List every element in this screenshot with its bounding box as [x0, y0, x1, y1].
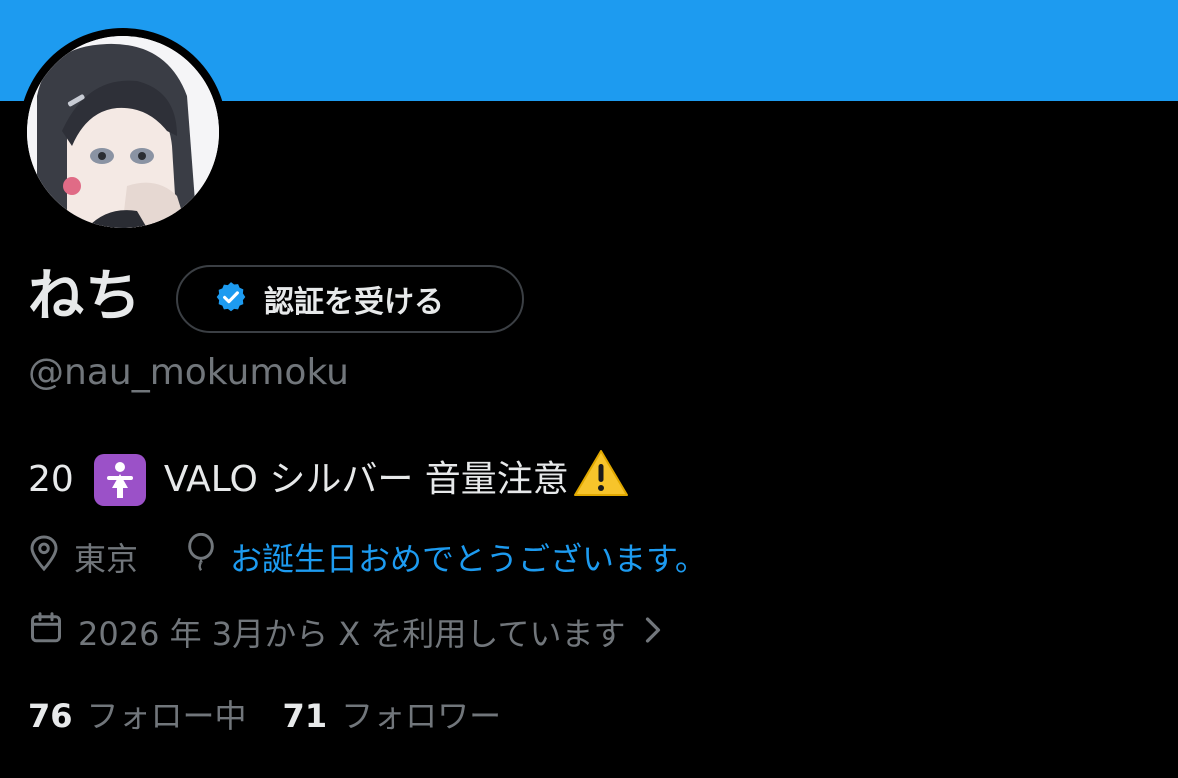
calendar-icon [28, 610, 64, 657]
avatar[interactable] [27, 36, 219, 228]
bio-age: 20 [28, 459, 74, 500]
get-verified-label: 認証を受ける [264, 285, 444, 320]
profile-bio: 20 VALO シルバー 音量注意 [28, 448, 629, 512]
profile-meta-joined[interactable]: 2026 年 3月から X を利用しています [28, 610, 663, 657]
location-pin-icon [28, 534, 60, 583]
followers-count: 71 [282, 697, 328, 735]
get-verified-button[interactable]: 認証を受ける [176, 265, 524, 333]
balloon-icon [186, 532, 216, 584]
avatar-illustration [27, 36, 219, 228]
profile-meta-location-birthday: 東京 お誕生日おめでとうございます。 [28, 532, 707, 584]
chevron-right-icon [643, 612, 663, 656]
followers-stat[interactable]: 71 フォロワー [283, 694, 502, 738]
warning-emoji-icon [573, 448, 629, 512]
following-stat[interactable]: 76 フォロー中 [28, 694, 247, 738]
verified-badge-icon [214, 280, 248, 318]
display-name: ねち [28, 264, 142, 329]
followers-label: フォロワー [341, 697, 502, 735]
following-count: 76 [28, 697, 73, 735]
username-handle: @nau_mokumoku [28, 352, 349, 393]
following-label: フォロー中 [86, 697, 247, 735]
bio-text: VALO シルバー 音量注意 [163, 459, 569, 500]
woman-symbol-emoji-icon [93, 454, 146, 506]
birthday-link[interactable]: お誕生日おめでとうございます。 [230, 537, 707, 581]
follow-stats: 76 フォロー中 71 フォロワー [28, 694, 501, 738]
location-text: 東京 [74, 539, 139, 578]
joined-date-text: 2026 年 3月から X を利用しています [78, 614, 626, 653]
